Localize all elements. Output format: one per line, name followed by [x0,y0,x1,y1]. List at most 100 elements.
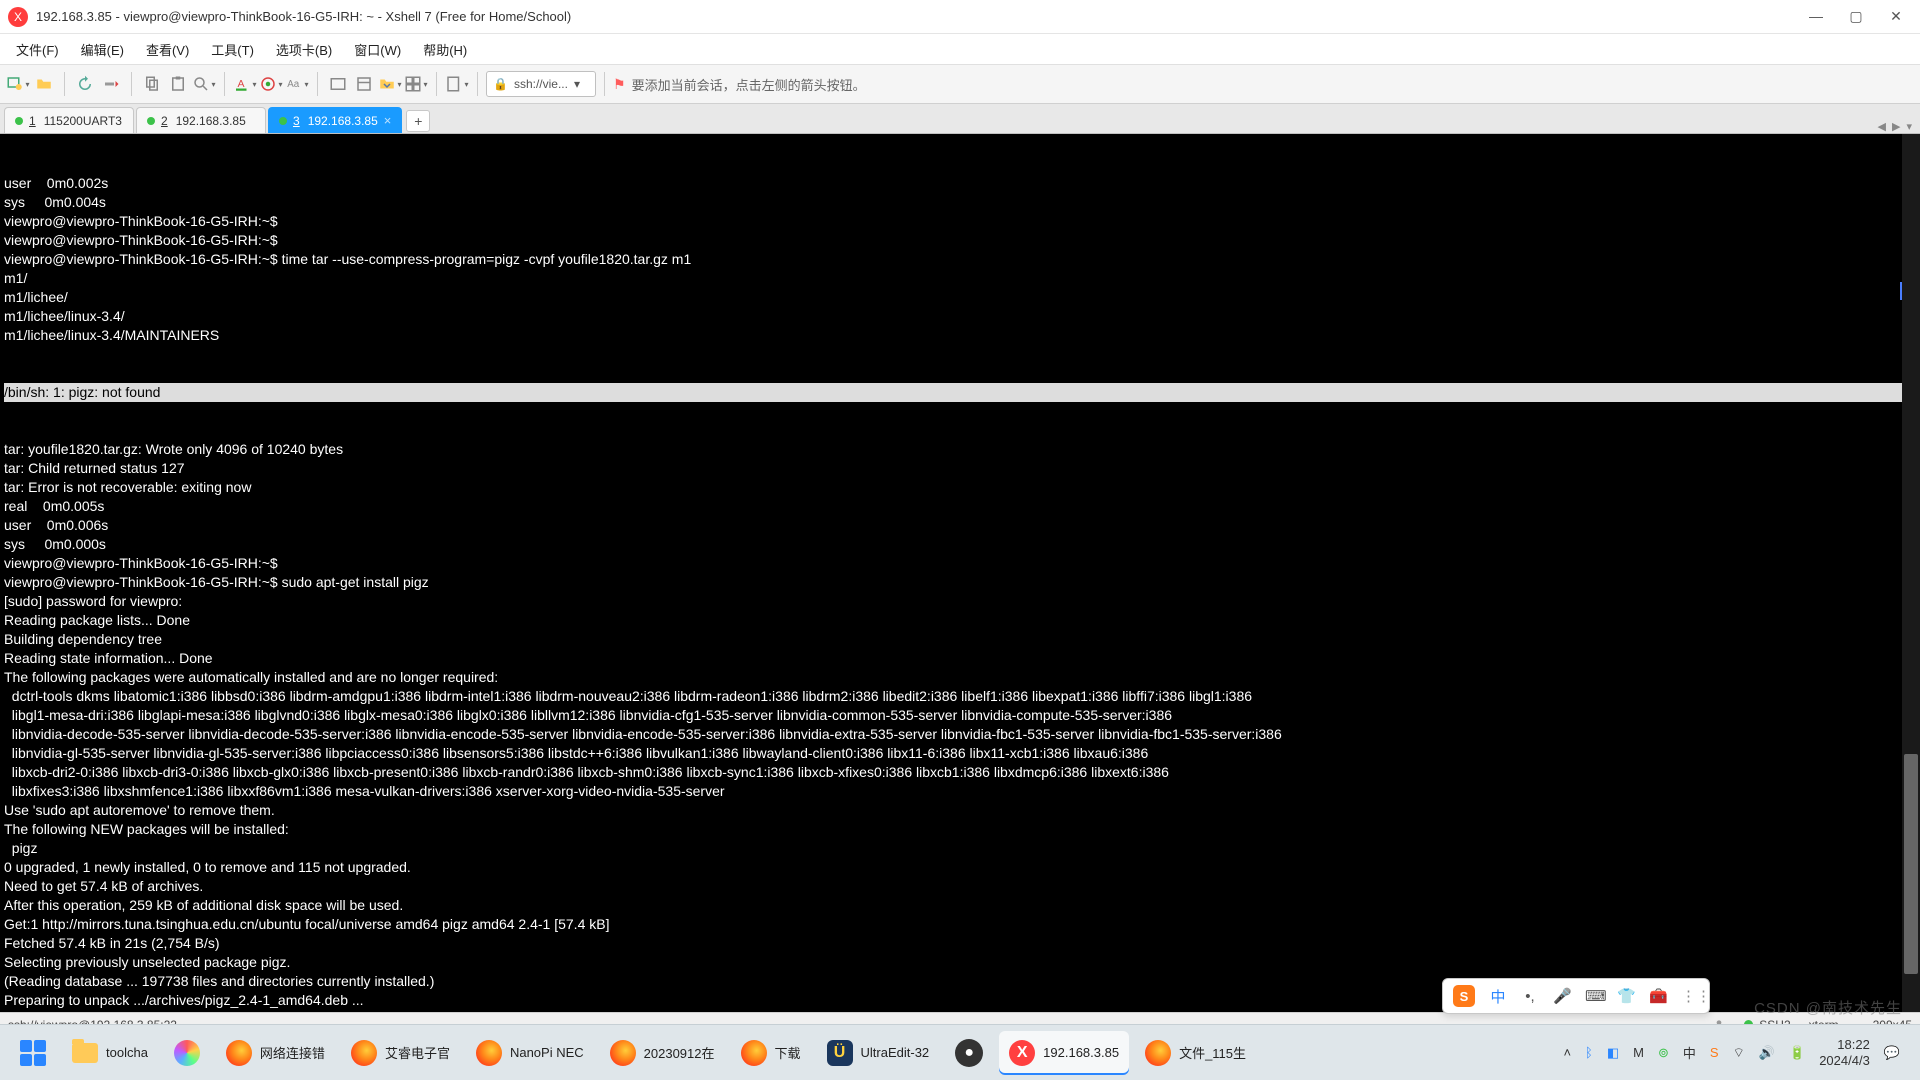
terminal-line: sys 0m0.004s [4,193,1916,212]
tab-close-icon[interactable]: × [384,113,392,128]
paste-button[interactable] [166,72,190,96]
session-tab-1[interactable]: 1 115200UART3 [4,107,134,133]
firefox-icon [741,1040,767,1066]
firefox-icon [610,1040,636,1066]
reconnect-button[interactable] [73,72,97,96]
ime-lang-toggle[interactable]: 中 [1489,986,1507,1007]
window-title: 192.168.3.85 - viewpro@viewpro-ThinkBook… [36,9,1808,24]
terminal-line: m1/lichee/linux-3.4/ [4,307,1916,326]
terminal-line: m1/lichee/linux-3.4/MAINTAINERS [4,326,1916,345]
tray-mail-icon[interactable]: M [1633,1045,1644,1060]
taskbar-app[interactable]: ● [945,1031,993,1075]
tab-prev-icon[interactable]: ◀ [1878,120,1886,133]
clock-time: 18:22 [1819,1037,1870,1053]
menu-help[interactable]: 帮助(H) [413,37,477,62]
taskbar-firefox-5[interactable]: 下载 [731,1031,811,1075]
font-color-button[interactable]: A▾ [233,72,257,96]
open-session-button[interactable] [32,72,56,96]
tray-notifications-icon[interactable]: 💬 [1884,1045,1900,1061]
firefox-icon [226,1040,252,1066]
taskbar-label: 20230912在 [644,1043,715,1062]
terminal-scrollbar[interactable] [1902,134,1920,1012]
terminal-line: viewpro@viewpro-ThinkBook-16-G5-IRH:~$ s… [4,573,1916,592]
tab-list-icon[interactable]: ▾ [1906,120,1912,133]
system-tray: ˄ ᛒ ◧ M ⊚ 中 S ⌔ 🔊 🔋 18:22 2024/4/3 💬 [1563,1037,1910,1069]
scrollbar-thumb[interactable] [1904,754,1918,974]
ime-toolbar[interactable]: S 中 •, 🎤 ⌨ 👕 🧰 ⋮⋮ [1442,978,1710,1014]
taskbar-label: 网络连接错 [260,1043,325,1062]
taskbar-firefox-4[interactable]: 20230912在 [600,1031,725,1075]
tab-next-icon[interactable]: ▶ [1892,120,1900,133]
terminal-line: dctrl-tools dkms libatomic1:i386 libbsd0… [4,687,1916,706]
tray-battery-icon[interactable]: 🔋 [1789,1045,1805,1061]
taskbar-label: 下载 [775,1043,801,1062]
xshell-icon: X [1009,1040,1035,1066]
ime-more-icon[interactable]: ⋮⋮ [1681,987,1699,1005]
menu-view[interactable]: 查看(V) [136,37,199,62]
script-button[interactable]: ▾ [445,72,469,96]
taskbar-ultraedit[interactable]: ÜUltraEdit-32 [817,1031,940,1075]
csdn-watermark: CSDN @南技术先生 [1754,997,1902,1018]
taskbar-paint[interactable] [164,1031,210,1075]
disconnect-button[interactable] [99,72,123,96]
taskbar-firefox-6[interactable]: 文件_115生 [1135,1031,1256,1075]
tray-volume-icon[interactable]: 🔊 [1759,1045,1775,1061]
local-shell-button[interactable] [326,72,350,96]
copy-button[interactable] [140,72,164,96]
tab-number: 1 [29,114,36,128]
terminal-line: sys 0m0.000s [4,535,1916,554]
terminal-line: Reading package lists... Done [4,611,1916,630]
minimize-button[interactable]: — [1808,8,1824,25]
menu-window[interactable]: 窗口(W) [344,37,411,62]
menu-file[interactable]: 文件(F) [6,37,69,62]
taskbar-firefox-3[interactable]: NanoPi NEC [466,1031,594,1075]
start-button[interactable] [10,1031,56,1075]
properties-button[interactable] [352,72,376,96]
tray-wechat-icon[interactable]: ⊚ [1658,1045,1669,1061]
new-session-button[interactable]: ▾ [6,72,30,96]
new-tab-button[interactable]: + [406,110,430,132]
tray-app-icon[interactable]: ◧ [1607,1045,1619,1061]
maximize-button[interactable]: ▢ [1848,8,1864,25]
taskbar-label: toolcha [106,1045,148,1060]
flag-icon: ⚑ [613,76,626,93]
taskbar-explorer[interactable]: toolcha [62,1031,158,1075]
highlight-button[interactable]: ▾ [259,72,283,96]
tray-bluetooth-icon[interactable]: ᛒ [1585,1045,1593,1060]
ime-keyboard-icon[interactable]: ⌨ [1585,987,1603,1005]
sogou-icon[interactable]: S [1453,985,1475,1007]
layout-button[interactable]: ▾ [404,72,428,96]
ime-voice-icon[interactable]: 🎤 [1553,987,1571,1005]
terminal-line: Fetched 57.4 kB in 21s (2,754 B/s) [4,934,1916,953]
tray-sogou-icon[interactable]: S [1710,1045,1719,1060]
session-tab-2[interactable]: 2 192.168.3.85 [136,107,266,133]
menu-tabs[interactable]: 选项卡(B) [266,37,342,62]
ime-punct-icon[interactable]: •, [1521,988,1539,1005]
terminal-line: 0 upgraded, 1 newly installed, 0 to remo… [4,858,1916,877]
tray-ime-icon[interactable]: 中 [1683,1043,1696,1062]
menu-edit[interactable]: 编辑(E) [71,37,134,62]
session-tab-3[interactable]: 3 192.168.3.85 × [268,107,402,133]
tray-clock[interactable]: 18:22 2024/4/3 [1819,1037,1870,1069]
menu-tools[interactable]: 工具(T) [201,37,264,62]
terminal-pane[interactable]: user 0m0.002ssys 0m0.004sviewpro@viewpro… [0,134,1920,1012]
taskbar-firefox-1[interactable]: 网络连接错 [216,1031,335,1075]
tray-wifi-icon[interactable]: ⌔ [1733,1045,1745,1061]
terminal-line: Reading state information... Done [4,649,1916,668]
terminal-line: viewpro@viewpro-ThinkBook-16-G5-IRH:~$ [4,212,1916,231]
address-dropdown-icon[interactable]: ▾ [574,77,580,91]
taskbar-xshell[interactable]: X192.168.3.85 [999,1031,1129,1075]
font-button[interactable]: Aa▾ [285,72,309,96]
taskbar-label: 文件_115生 [1179,1043,1246,1062]
ime-skin-icon[interactable]: 👕 [1617,987,1635,1005]
address-box[interactable]: 🔒 ssh://vie... ▾ [486,71,596,97]
terminal-line: m1/ [4,269,1916,288]
tray-expand-icon[interactable]: ˄ [1563,1045,1571,1060]
close-button[interactable]: ✕ [1888,8,1904,25]
tab-number: 2 [161,114,168,128]
taskbar-firefox-2[interactable]: 艾睿电子官 [341,1031,460,1075]
terminal-line: viewpro@viewpro-ThinkBook-16-G5-IRH:~$ [4,554,1916,573]
ime-tools-icon[interactable]: 🧰 [1649,987,1667,1005]
file-transfer-button[interactable]: ▾ [378,72,402,96]
search-button[interactable]: ▾ [192,72,216,96]
